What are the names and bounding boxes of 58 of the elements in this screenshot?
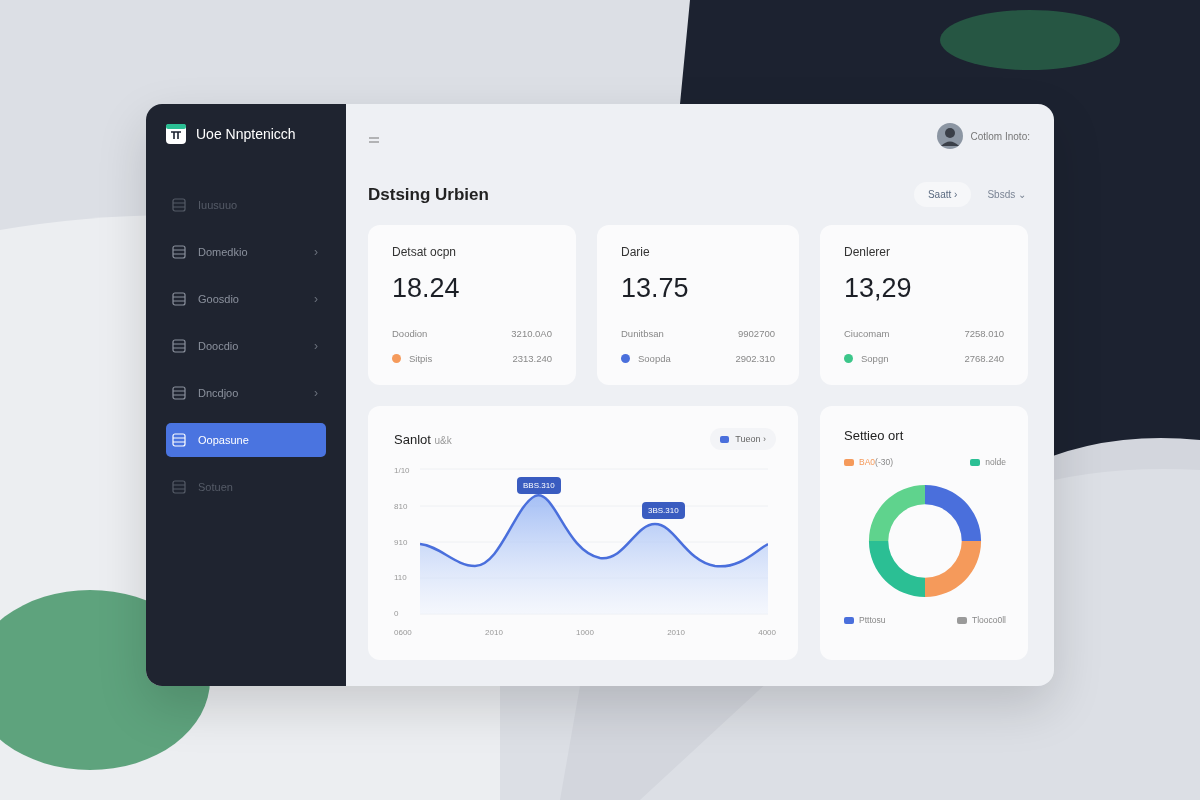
- stat-label: Dunitbsan: [621, 328, 664, 339]
- legend-label: Tlooco0ll: [971, 615, 1006, 625]
- stat-label: Sopgn: [861, 353, 889, 364]
- axis-label: 810: [394, 501, 409, 511]
- chart-subtitle: u&k: [434, 434, 452, 446]
- axis-label: 0600: [394, 628, 412, 637]
- axis-label: 1/10: [394, 466, 410, 475]
- sidebar-item[interactable]: Doocdio ›: [166, 329, 326, 363]
- axis-label: 910: [394, 537, 409, 547]
- list-icon: [172, 245, 186, 259]
- stat-title: Darie: [621, 245, 651, 259]
- app-name: Uoe Nnptenicch: [196, 126, 296, 142]
- avatar: [936, 123, 963, 149]
- stat-value: 18.24: [392, 273, 461, 304]
- sidebar-item[interactable]: Oopasune: [166, 423, 326, 457]
- stat-title: Detsat ocpn: [392, 245, 458, 259]
- axis-label: 1000: [576, 628, 594, 637]
- stat-label: Soopda: [638, 353, 671, 364]
- stat-number: 2313.240: [512, 353, 552, 364]
- axis-label: 2010: [485, 628, 503, 637]
- axis-label: 0: [394, 609, 400, 618]
- legend-label: BA0(-30): [859, 457, 894, 467]
- stat-number: 2902.310: [735, 353, 775, 364]
- stat-value: 13.75: [621, 273, 690, 304]
- list-icon: [172, 433, 186, 447]
- stat-title: Denlerer: [844, 245, 892, 259]
- legend-label: nolde: [985, 457, 1006, 467]
- sidebar-item[interactable]: Dncdjoo ›: [166, 376, 326, 410]
- page-title: Dstsing Urbien: [368, 184, 489, 205]
- list-icon: [172, 339, 186, 353]
- stat-value: 13,29: [844, 273, 913, 304]
- stat-number: 7258.010: [964, 328, 1004, 339]
- stat-number: 9902700: [738, 328, 775, 339]
- pill-button[interactable]: Saatt ›: [913, 182, 972, 207]
- stat-number: 3210.0A0: [511, 328, 552, 339]
- chart-tooltip: 3BS.310: [642, 502, 685, 519]
- stat-label: Ciucomam: [844, 328, 890, 339]
- chart-title: Settieo ort: [844, 428, 905, 443]
- legend-label: Ptttosu: [859, 615, 886, 625]
- legend-button[interactable]: Tueon ›: [710, 428, 776, 450]
- chart-title: Sanlot: [394, 431, 431, 447]
- axis-label: 4000: [758, 628, 776, 637]
- dropdown-button[interactable]: Sbsds ⌄: [983, 183, 1030, 206]
- list-icon: [172, 480, 186, 494]
- menu-icon[interactable]: [368, 136, 380, 144]
- chart-tooltip: BBS.310: [517, 477, 561, 494]
- list-icon: [172, 386, 186, 400]
- sidebar-item[interactable]: Goosdio ›: [166, 282, 326, 316]
- axis-label: 2010: [667, 628, 685, 637]
- stat-label: Sitpis: [409, 353, 433, 364]
- axis-label: 110: [394, 573, 408, 583]
- stat-number: 2768.240: [964, 353, 1004, 364]
- list-icon: [172, 198, 186, 212]
- stat-label: Doodion: [392, 328, 428, 339]
- logo-icon: [166, 124, 186, 144]
- list-icon: [172, 292, 186, 306]
- sidebar-item[interactable]: Domedkio ›: [166, 235, 326, 269]
- user-name: Cotlom Inoto:: [970, 130, 1030, 142]
